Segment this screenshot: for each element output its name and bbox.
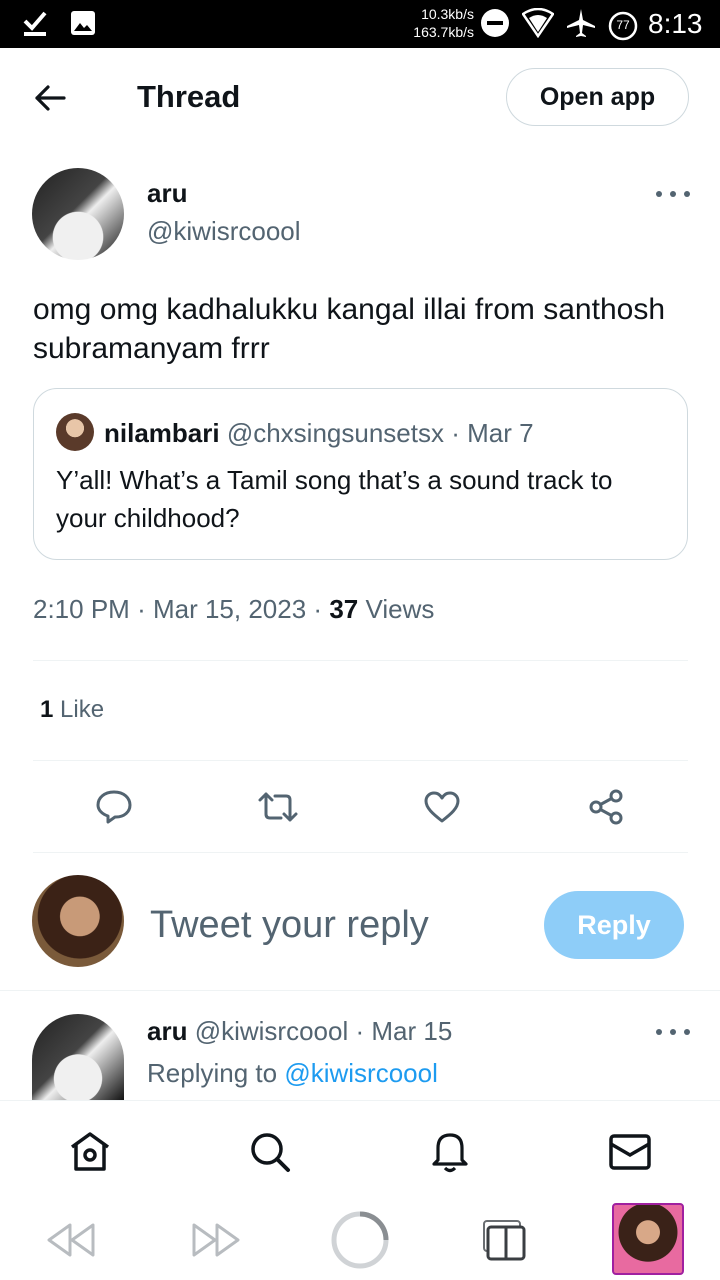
replying-to-link[interactable]: @kiwisrcoool bbox=[284, 1058, 438, 1088]
separator-dot: · bbox=[451, 418, 460, 448]
tweet-date: Mar 15, 2023 bbox=[152, 594, 307, 624]
nav-messages[interactable] bbox=[607, 1129, 653, 1175]
download-done-icon bbox=[22, 9, 48, 42]
browser-toolbar bbox=[0, 1200, 720, 1280]
quoted-author-avatar bbox=[56, 413, 94, 451]
replying-prefix: Replying to bbox=[147, 1058, 278, 1088]
quoted-tweet[interactable]: nilambari @chxsingsunsetsx · Mar 7 Y’all… bbox=[33, 388, 688, 560]
separator-dot: · bbox=[137, 594, 146, 624]
back-arrow-icon bbox=[35, 85, 66, 111]
mail-icon bbox=[609, 1134, 651, 1170]
author-handle[interactable]: @kiwisrcoool bbox=[147, 216, 301, 247]
views-count: 37 bbox=[329, 594, 359, 624]
search-icon bbox=[251, 1133, 290, 1172]
dnd-icon bbox=[480, 8, 510, 43]
reply-author-name[interactable]: aru bbox=[147, 1016, 187, 1046]
reply-author-avatar[interactable] bbox=[32, 1014, 124, 1100]
home-icon bbox=[70, 1132, 110, 1171]
network-speed: 10.3kb/s 163.7kb/s bbox=[408, 5, 474, 41]
quoted-tweet-header: nilambari @chxsingsunsetsx · Mar 7 bbox=[104, 417, 534, 449]
airplane-icon bbox=[566, 8, 596, 43]
share-icon bbox=[589, 789, 623, 825]
dot-icon bbox=[670, 191, 676, 197]
status-bar: 10.3kb/s 163.7kb/s 77 8:13 bbox=[0, 0, 720, 48]
more-options-button[interactable] bbox=[656, 184, 690, 204]
reply-more-options-button[interactable] bbox=[656, 1022, 690, 1042]
likes-summary[interactable]: 1 Like bbox=[40, 696, 104, 724]
likes-count: 1 bbox=[40, 696, 54, 723]
dot-icon bbox=[656, 191, 662, 197]
nav-search[interactable] bbox=[247, 1129, 293, 1175]
reply-input[interactable] bbox=[150, 895, 520, 955]
author-name[interactable]: aru bbox=[147, 178, 187, 209]
replying-to: Replying to @kiwisrcoool bbox=[147, 1058, 438, 1089]
quoted-tweet-text: Y’all! What’s a Tamil song that’s a soun… bbox=[56, 465, 613, 533]
user-avatar bbox=[32, 875, 124, 967]
browser-forward-button[interactable] bbox=[186, 1210, 246, 1270]
tweet-actions bbox=[33, 780, 688, 832]
reply-tweet-header: aru @kiwisrcoool · Mar 15 bbox=[147, 1016, 452, 1047]
tweet-time: 2:10 PM bbox=[33, 594, 130, 624]
views-label: Views bbox=[365, 594, 435, 624]
tweet-meta: 2:10 PM · Mar 15, 2023 · 37 Views bbox=[33, 594, 434, 625]
back-button[interactable] bbox=[30, 78, 70, 118]
like-action[interactable] bbox=[421, 786, 463, 828]
bell-icon bbox=[432, 1133, 468, 1173]
nav-notifications[interactable] bbox=[427, 1129, 473, 1175]
tabs-icon bbox=[483, 1220, 526, 1261]
quoted-tweet-date: Mar 7 bbox=[467, 418, 534, 448]
dot-icon bbox=[684, 191, 690, 197]
page-title: Thread bbox=[137, 79, 241, 114]
comment-icon bbox=[96, 790, 132, 824]
retweet-action[interactable] bbox=[257, 786, 299, 828]
reply-author-handle[interactable]: @kiwisrcoool bbox=[195, 1016, 349, 1046]
dot-icon bbox=[684, 1029, 690, 1035]
heart-icon bbox=[424, 791, 460, 823]
quoted-author-handle: @chxsingsunsetsx bbox=[226, 418, 444, 448]
image-icon bbox=[70, 10, 96, 41]
share-action[interactable] bbox=[585, 786, 627, 828]
dot-icon bbox=[670, 1029, 676, 1035]
divider bbox=[33, 660, 688, 661]
separator-dot: · bbox=[355, 1016, 365, 1046]
wifi-icon bbox=[521, 7, 555, 43]
quoted-author-name: nilambari bbox=[104, 418, 220, 448]
top-bar: Thread Open app bbox=[0, 48, 720, 144]
nav-home[interactable] bbox=[67, 1129, 113, 1175]
author-avatar[interactable] bbox=[32, 168, 124, 260]
reply-action[interactable] bbox=[93, 786, 135, 828]
divider bbox=[33, 760, 688, 761]
divider bbox=[33, 852, 688, 853]
reply-button[interactable]: Reply bbox=[544, 891, 684, 959]
rewind-icon bbox=[47, 1223, 95, 1257]
speed-up: 163.7kb/s bbox=[413, 24, 474, 40]
battery-level: 77 bbox=[616, 17, 630, 32]
tweet-text: omg omg kadhalukku kangal illai from san… bbox=[33, 293, 666, 365]
browser-home-button[interactable] bbox=[330, 1210, 390, 1270]
reply-tweet-date: Mar 15 bbox=[371, 1016, 453, 1046]
dot-icon bbox=[656, 1029, 662, 1035]
divider bbox=[0, 990, 720, 991]
profile-thumbnail[interactable] bbox=[612, 1203, 684, 1275]
likes-label: Like bbox=[60, 696, 105, 723]
browser-tabs-button[interactable] bbox=[474, 1210, 534, 1270]
battery-icon: 77 bbox=[608, 11, 638, 41]
retweet-icon bbox=[258, 792, 298, 822]
loading-ring-icon bbox=[331, 1211, 389, 1269]
clock: 8:13 bbox=[648, 8, 703, 39]
speed-down: 10.3kb/s bbox=[421, 6, 474, 22]
browser-back-button[interactable] bbox=[41, 1210, 101, 1270]
open-app-button[interactable]: Open app bbox=[506, 68, 689, 126]
fast-forward-icon bbox=[192, 1223, 240, 1257]
bottom-nav bbox=[0, 1100, 720, 1200]
separator-dot: · bbox=[313, 594, 323, 624]
